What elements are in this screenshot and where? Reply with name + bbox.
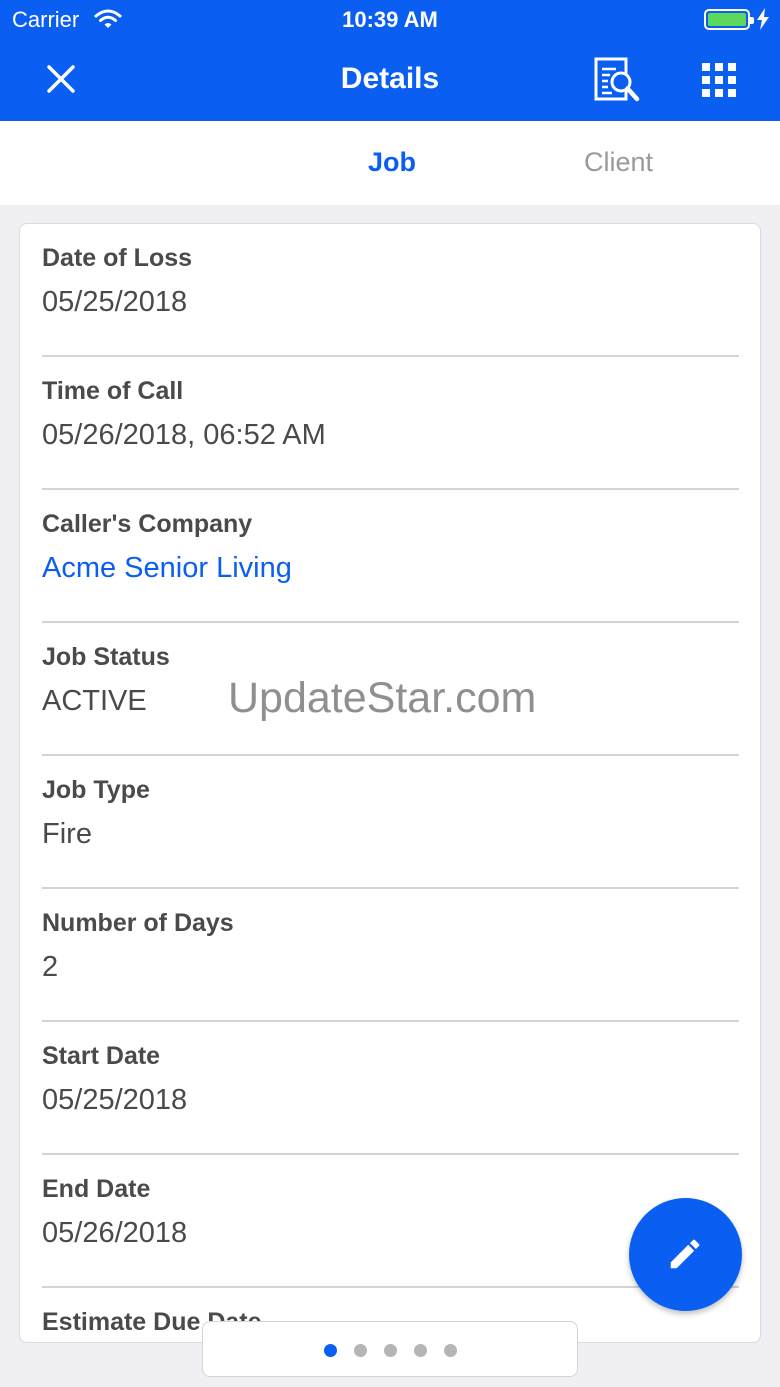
field-label: Job Status xyxy=(42,643,170,671)
grid-menu-icon[interactable] xyxy=(702,63,736,97)
page-title: Details xyxy=(340,62,440,95)
field-label: Number of Days xyxy=(42,909,234,937)
tab-bar: Job Client xyxy=(0,121,780,205)
edit-button[interactable] xyxy=(629,1198,742,1311)
field-number-of-days: Number of Days 2 xyxy=(42,889,739,1022)
page-dot-3[interactable] xyxy=(384,1344,397,1357)
field-value: Fire xyxy=(42,818,92,850)
field-date-of-loss: Date of Loss 05/25/2018 xyxy=(42,224,739,357)
page-dot-1[interactable] xyxy=(324,1344,337,1357)
field-label: Time of Call xyxy=(42,377,184,405)
battery-icon xyxy=(704,9,754,30)
field-job-type: Job Type Fire xyxy=(42,756,739,889)
charging-icon xyxy=(757,8,769,30)
field-value: 05/26/2018 xyxy=(42,1217,188,1249)
field-label: Caller's Company xyxy=(42,510,253,538)
company-link[interactable]: Acme Senior Living xyxy=(42,552,292,585)
field-value: ACTIVE xyxy=(42,685,147,717)
page-dot-5[interactable] xyxy=(444,1344,457,1357)
watermark: UpdateStar.com xyxy=(228,674,537,722)
field-label: End Date xyxy=(42,1175,151,1203)
page-dot-2[interactable] xyxy=(354,1344,367,1357)
page-indicator xyxy=(202,1321,578,1377)
field-value: 2 xyxy=(42,951,59,983)
document-search-icon[interactable] xyxy=(592,56,642,104)
field-callers-company: Caller's Company Acme Senior Living xyxy=(42,490,739,623)
clock-time: 10:39 AM xyxy=(342,7,438,32)
tab-client[interactable]: Client xyxy=(584,147,653,178)
status-bar: Carrier 10:39 AM xyxy=(0,0,780,40)
job-details-card: Date of Loss 05/25/2018 Time of Call 05/… xyxy=(19,223,761,1343)
field-value: 05/26/2018, 06:52 AM xyxy=(42,419,326,451)
page-dot-4[interactable] xyxy=(414,1344,427,1357)
field-label: Job Type xyxy=(42,776,150,804)
field-time-of-call: Time of Call 05/26/2018, 06:52 AM xyxy=(42,357,739,490)
pencil-icon xyxy=(670,1239,700,1269)
field-value: 05/25/2018 xyxy=(42,1084,188,1116)
field-label: Date of Loss xyxy=(42,244,193,272)
top-bar: Carrier 10:39 AM Details xyxy=(0,0,780,121)
field-label: Start Date xyxy=(42,1042,161,1070)
field-start-date: Start Date 05/25/2018 xyxy=(42,1022,739,1155)
tab-job[interactable]: Job xyxy=(368,147,416,178)
field-value: 05/25/2018 xyxy=(42,286,188,318)
